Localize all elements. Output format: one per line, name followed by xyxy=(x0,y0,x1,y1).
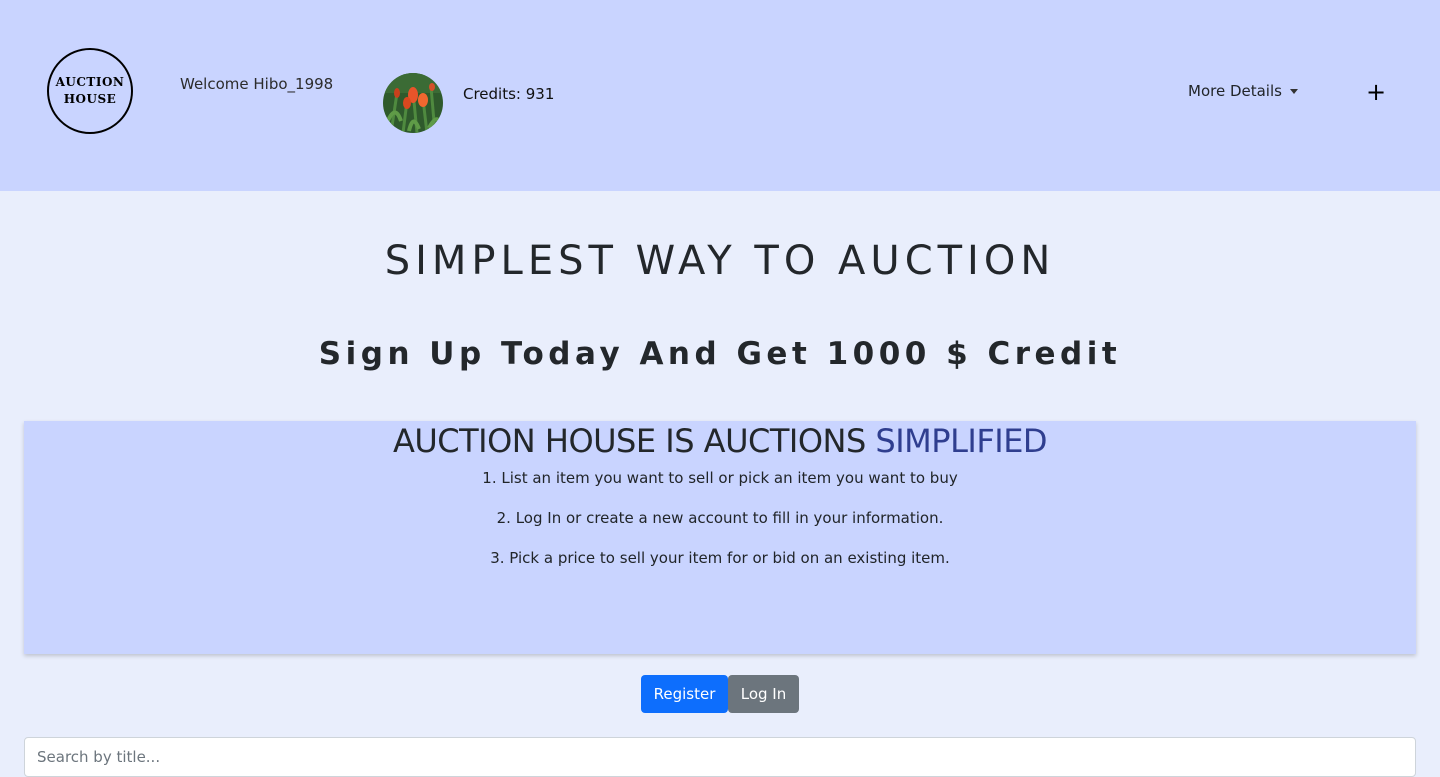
auth-buttons: Register Log In xyxy=(641,675,799,713)
info-heading-main: AUCTION HOUSE IS AUCTIONS xyxy=(392,422,876,460)
plus-icon[interactable]: + xyxy=(1366,80,1386,104)
auction-house-logo[interactable]: AUCTION HOUSE xyxy=(47,48,133,134)
credits-balance: Credits: 931 xyxy=(463,85,555,103)
tulip-avatar-image xyxy=(383,73,443,133)
welcome-message: Welcome Hibo_1998 xyxy=(180,75,334,93)
hero-subtitle: Sign Up Today And Get 1000 $ Credit xyxy=(318,336,1122,372)
more-details-dropdown[interactable]: More Details xyxy=(1188,82,1298,100)
step-item: 1. List an item you want to sell or pick… xyxy=(482,469,958,487)
logo-line-1: AUCTION xyxy=(55,75,125,89)
how-it-works-panel: AUCTION HOUSE IS AUCTIONS SIMPLIFIED 1. … xyxy=(24,421,1416,654)
avatar[interactable] xyxy=(383,73,443,133)
logo-line-2: HOUSE xyxy=(63,92,117,106)
hero-title: SIMPLEST WAY TO AUCTION xyxy=(384,238,1056,284)
search-input[interactable] xyxy=(24,737,1416,777)
step-item: 2. Log In or create a new account to fil… xyxy=(496,509,944,527)
info-heading: AUCTION HOUSE IS AUCTIONS SIMPLIFIED xyxy=(24,421,1416,459)
step-item: 3. Pick a price to sell your item for or… xyxy=(490,549,950,567)
caret-down-icon xyxy=(1289,88,1298,94)
more-details-label: More Details xyxy=(1188,82,1282,100)
info-heading-accent: SIMPLIFIED xyxy=(875,422,1048,460)
steps-list: 1. List an item you want to sell or pick… xyxy=(24,469,1416,567)
register-button[interactable]: Register xyxy=(641,675,728,713)
site-header: AUCTION HOUSE Welcome Hibo_1998 Credits:… xyxy=(0,0,1440,191)
login-button[interactable]: Log In xyxy=(728,675,799,713)
